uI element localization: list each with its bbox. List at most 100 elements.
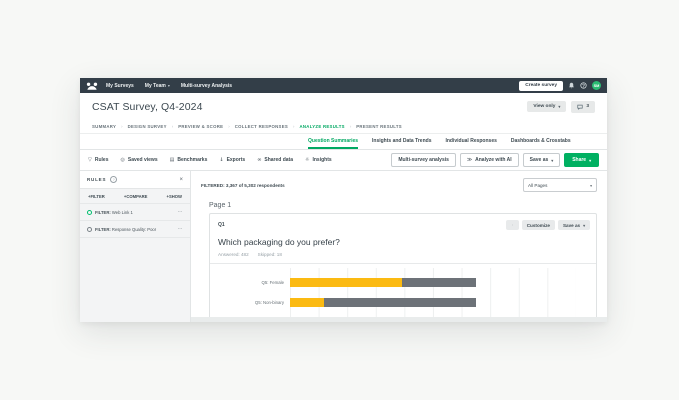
step-preview-score[interactable]: PREVIEW & SCORE: [178, 124, 223, 129]
multi-survey-analysis-button[interactable]: Multi-survey analysis: [391, 153, 456, 167]
tab-question-summaries[interactable]: Question Summaries: [308, 134, 358, 149]
insights-label: Insights: [312, 157, 331, 163]
close-panel-icon[interactable]: ×: [179, 177, 183, 183]
save-as-button[interactable]: Save as▾: [523, 153, 561, 167]
exports-label: Exports: [227, 157, 246, 163]
survey-header: CSAT Survey, Q4-2024 View only ▾ 3: [80, 93, 607, 120]
nav-multi-survey-analysis[interactable]: Multi-survey Analysis: [181, 83, 232, 89]
breadcrumb-separator: ›: [172, 124, 173, 129]
bar-segment-option-2[interactable]: [402, 278, 476, 287]
question-card-header: Q1 Customize Save as▾: [210, 214, 596, 230]
navbar-right: Create survey SM: [519, 81, 601, 91]
add-filter-button[interactable]: +FILTER: [88, 194, 105, 199]
ai-sparkle-icon: ≫: [467, 157, 472, 163]
user-avatar[interactable]: SM: [592, 81, 601, 90]
view-only-button[interactable]: View only ▾: [527, 101, 566, 112]
chevron-down-icon: ▾: [551, 158, 553, 163]
bar-track: [290, 278, 576, 287]
step-collect-responses[interactable]: COLLECT RESPONSES: [235, 124, 288, 129]
link-icon: ∞: [257, 157, 261, 163]
customize-button[interactable]: Customize: [522, 220, 555, 230]
results-topbar: FILTERED: 3,367 of 5,302 respondents All…: [191, 171, 607, 192]
filtered-respondents-text: FILTERED: 3,367 of 5,302 respondents: [201, 183, 285, 188]
bar-segment-option-1[interactable]: [290, 298, 324, 307]
question-card: Q1 Customize Save as▾ Which packaging do…: [209, 213, 597, 322]
save-as-label: Save as: [530, 157, 549, 163]
step-analyze-results[interactable]: ANALYZE RESULTS: [299, 124, 344, 129]
rule-menu-icon[interactable]: ⋯: [178, 209, 184, 215]
share-chart-link-icon[interactable]: [506, 220, 519, 230]
notifications-bell-icon[interactable]: [568, 82, 575, 89]
filter-status-icon: [87, 210, 92, 215]
bar-track: [290, 298, 576, 307]
help-icon[interactable]: [580, 82, 587, 89]
top-navbar: My Surveys My Team▾ Multi-survey Analysi…: [80, 78, 607, 93]
analyze-with-ai-button[interactable]: ≫Analyze with AI: [460, 153, 519, 167]
filter-rule-type: FILTER:: [95, 227, 111, 232]
bar-category-label: Q5: Female: [210, 280, 290, 285]
chevron-down-icon: ▾: [168, 83, 170, 88]
step-design-survey[interactable]: DESIGN SURVEY: [128, 124, 167, 129]
filter-status-icon: [87, 227, 92, 232]
rule-menu-icon[interactable]: ⋯: [178, 226, 184, 232]
download-icon: ↓: [219, 157, 223, 163]
exports-button[interactable]: ↓ Exports: [219, 157, 245, 163]
toolbar-right: Multi-survey analysis ≫Analyze with AI S…: [391, 153, 599, 167]
pages-dropdown[interactable]: All Pages ▾: [523, 178, 597, 192]
tab-dashboards-crosstabs[interactable]: Dashboards & Crosstabs: [511, 134, 571, 149]
rules-label: Rules: [95, 157, 109, 163]
skipped-count: Skipped: 18: [258, 252, 282, 257]
nav-my-surveys[interactable]: My Surveys: [106, 83, 134, 89]
analyze-with-ai-label: Analyze with AI: [475, 157, 512, 163]
page-label: Page 1: [209, 202, 607, 209]
breadcrumb-separator: ›: [228, 124, 229, 129]
comment-bubble-icon: [577, 104, 583, 110]
rules-help-icon[interactable]: ?: [110, 176, 117, 183]
question-number: Q1: [218, 222, 225, 228]
chevron-down-icon: ▾: [558, 104, 560, 109]
bar-segment-option-2[interactable]: [324, 298, 476, 307]
rules-panel-actions: +FILTER +COMPARE +SHOW: [80, 189, 190, 204]
pages-dropdown-value: All Pages: [528, 183, 547, 188]
add-show-button[interactable]: +SHOW: [167, 194, 182, 199]
comments-count: 3: [586, 104, 589, 109]
rules-panel-header: RULES ? ×: [80, 171, 190, 189]
filter-rule-row[interactable]: FILTER: Response Quality: Poor ⋯: [80, 221, 190, 238]
saved-views-label: Saved views: [128, 157, 158, 163]
surveymonkey-logo-icon[interactable]: [86, 80, 98, 91]
app-window: My Surveys My Team▾ Multi-survey Analysi…: [80, 78, 607, 322]
bar-segment-option-1[interactable]: [290, 278, 402, 287]
create-survey-button[interactable]: Create survey: [519, 81, 563, 91]
share-button[interactable]: Share▾: [564, 153, 599, 167]
question-card-actions: Customize Save as▾: [506, 220, 590, 230]
add-compare-button[interactable]: +COMPARE: [124, 194, 148, 199]
chevron-down-icon: ▾: [589, 158, 591, 163]
breadcrumb-separator: ›: [350, 124, 351, 129]
rules-button[interactable]: ▽Rules: [88, 157, 108, 163]
bar-category-label: Q5: Non-binary: [210, 300, 290, 305]
question-save-as-button[interactable]: Save as▾: [558, 220, 590, 230]
insights-button[interactable]: ☼Insights: [305, 157, 332, 163]
benchmarks-button[interactable]: ▤Benchmarks: [170, 157, 208, 163]
survey-title: CSAT Survey, Q4-2024: [92, 101, 203, 113]
comments-button[interactable]: 3: [571, 101, 595, 113]
step-present-results[interactable]: PRESENT RESULTS: [356, 124, 402, 129]
tab-insights-data-trends[interactable]: Insights and Data Trends: [372, 134, 431, 149]
filter-rule-label: FILTER: Response Quality: Poor: [95, 227, 156, 232]
analyze-tabs: Question Summaries Insights and Data Tre…: [80, 134, 607, 150]
tab-individual-responses[interactable]: Individual Responses: [445, 134, 496, 149]
view-only-label: View only: [533, 104, 555, 109]
filter-rule-row[interactable]: FILTER: Web Link 1 ⋯: [80, 204, 190, 221]
shared-data-label: Shared data: [264, 157, 293, 163]
chevron-down-icon: ▾: [583, 223, 585, 228]
shared-data-button[interactable]: ∞Shared data: [257, 157, 293, 163]
question-chart-rows: Q5: FemaleQ5: Non-binaryQ5: Male: [210, 272, 596, 322]
workflow-breadcrumb: SUMMARY › DESIGN SURVEY › PREVIEW & SCOR…: [80, 120, 607, 134]
answered-count: Answered: 482: [218, 252, 249, 257]
breadcrumb-separator: ›: [121, 124, 122, 129]
saved-views-button[interactable]: ◎ Saved views: [120, 157, 157, 163]
eye-icon: ◎: [120, 157, 124, 163]
nav-my-team[interactable]: My Team▾: [145, 83, 170, 89]
rules-sidebar: RULES ? × +FILTER +COMPARE +SHOW FILTER:…: [80, 171, 191, 322]
step-summary[interactable]: SUMMARY: [92, 124, 116, 129]
